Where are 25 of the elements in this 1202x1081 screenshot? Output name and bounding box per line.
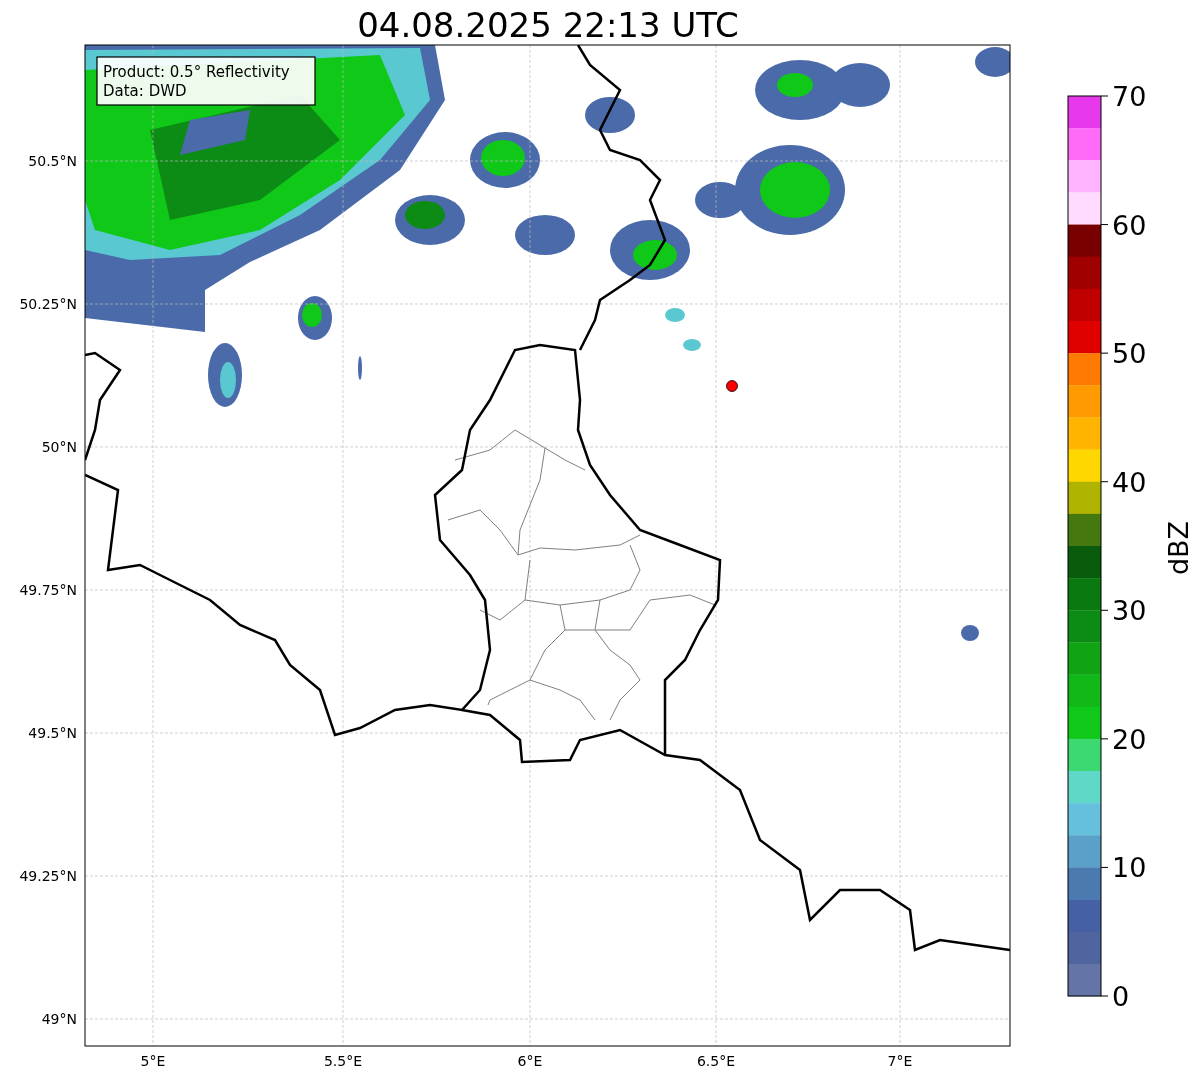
scale-tick-label: 50 [1112, 338, 1147, 370]
scale-tick-label: 40 [1112, 466, 1147, 498]
longitude-label: 7°E [887, 1053, 913, 1069]
latitude-label: 50.25°N [19, 296, 77, 312]
scale-tick-label: 10 [1112, 852, 1147, 884]
longitude-label: 5.5°E [323, 1053, 363, 1069]
scale-tick-label: 70 [1112, 81, 1147, 112]
scale-tick-label: 60 [1112, 209, 1147, 241]
longitude-label: 6°E [517, 1053, 543, 1069]
longitude-label: 5°E [140, 1053, 166, 1069]
scale-tick-label: 0 [1112, 981, 1130, 1012]
legend-text: Data: DWD [103, 82, 187, 100]
latitude-label: 49°N [41, 1011, 77, 1027]
latitude-label: 50.5°N [28, 153, 77, 169]
chart-title: 04.08.2025 22:13 UTC [357, 5, 739, 45]
scale-unit-label: dBZ [1163, 520, 1194, 576]
latitude-label: 49.75°N [19, 582, 77, 598]
latitude-label: 49.25°N [19, 868, 77, 884]
scale-tick-label: 30 [1112, 595, 1147, 627]
station-marker-icon [726, 380, 738, 392]
latitude-label: 49.5°N [28, 725, 77, 741]
latitude-label: 50°N [41, 439, 77, 455]
scale-tick-label: 20 [1112, 723, 1147, 755]
legend-text: Product: 0.5° Reflectivity [103, 63, 290, 81]
longitude-label: 6.5°E [696, 1053, 736, 1069]
